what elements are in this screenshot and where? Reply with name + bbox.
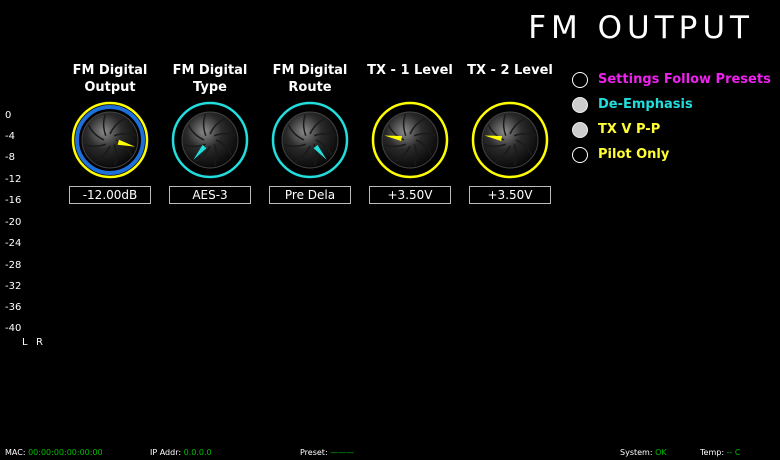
tx1-level-value[interactable]: +3.50V (369, 186, 451, 204)
fm-digital-route-value[interactable]: Pre Dela (269, 186, 351, 204)
status-label: Temp: (700, 448, 725, 457)
meter-tick: -12 (5, 174, 22, 185)
meter-tick: -40 (5, 323, 22, 334)
option-label: Settings Follow Presets (598, 72, 771, 87)
option-label: TX V P-P (598, 122, 661, 137)
meter-right-label: R (36, 337, 43, 348)
status-value: OK (655, 448, 667, 457)
tx2-level-knob[interactable] (470, 100, 550, 180)
status-label: IP Addr: (150, 448, 182, 457)
meter-tick: 0 (5, 110, 12, 121)
knob-label: TX - 1 Level (367, 63, 453, 78)
tx2-level-value[interactable]: +3.50V (469, 186, 551, 204)
fm-digital-type-value[interactable]: AES-3 (169, 186, 251, 204)
meter-tick: -36 (5, 302, 22, 313)
knob-group-tx2-level: TX - 2 Level +3.50V (465, 62, 555, 204)
knob-label: FM Digital Output (72, 63, 148, 95)
meter-tick: -8 (5, 152, 15, 163)
knob-group-fm-digital-output: FM Digital Output -12.00dB (65, 62, 155, 204)
fm-digital-output-value[interactable]: -12.00dB (69, 186, 151, 204)
meter-tick: -24 (5, 238, 22, 249)
knob-label: TX - 2 Level (467, 63, 553, 78)
meter-tick: -28 (5, 260, 22, 271)
page-title: FM OUTPUT (528, 10, 754, 46)
fm-digital-output-knob[interactable] (70, 100, 150, 180)
meter-tick: -16 (5, 195, 22, 206)
status-label: MAC: (5, 448, 26, 457)
radio-button[interactable] (572, 96, 588, 113)
option-label: Pilot Only (598, 147, 670, 162)
radio-button[interactable] (572, 121, 588, 138)
status-temp: Temp: -- C (700, 448, 740, 457)
options-radio-group: Settings Follow Presets De-Emphasis TX V… (572, 67, 771, 167)
option-tx-v-p-p[interactable]: TX V P-P (572, 117, 771, 142)
status-value: -- C (726, 448, 741, 457)
status-value: 00:00:00:00:00:00 (28, 448, 103, 457)
meter-tick: -4 (5, 131, 15, 142)
option-settings-follow-presets[interactable]: Settings Follow Presets (572, 67, 771, 92)
status-system: System: OK (620, 448, 667, 457)
status-value: 0.0.0.0 (183, 448, 212, 457)
radio-button[interactable] (572, 71, 588, 88)
knob-group-fm-digital-route: FM Digital Route Pre Dela (265, 62, 355, 204)
status-label: System: (620, 448, 653, 457)
status-label: Preset: (300, 448, 328, 457)
option-pilot-only[interactable]: Pilot Only (572, 142, 771, 167)
knob-group-tx1-level: TX - 1 Level +3.50V (365, 62, 455, 204)
knob-label: FM Digital Route (272, 63, 348, 95)
fm-digital-route-knob[interactable] (270, 100, 350, 180)
option-de-emphasis[interactable]: De-Emphasis (572, 92, 771, 117)
meter-left-label: L (22, 337, 28, 348)
tx1-level-knob[interactable] (370, 100, 450, 180)
meter-tick: -32 (5, 281, 22, 292)
radio-button[interactable] (572, 146, 588, 163)
fm-digital-type-knob[interactable] (170, 100, 250, 180)
knob-group-fm-digital-type: FM Digital Type AES-3 (165, 62, 255, 204)
status-preset: Preset: ——— (300, 448, 354, 457)
status-ip: IP Addr: 0.0.0.0 (150, 448, 212, 457)
meter-tick: -20 (5, 217, 22, 228)
knob-label: FM Digital Type (172, 63, 248, 95)
status-mac: MAC: 00:00:00:00:00:00 (5, 448, 103, 457)
status-value: ——— (330, 448, 355, 457)
option-label: De-Emphasis (598, 97, 693, 112)
